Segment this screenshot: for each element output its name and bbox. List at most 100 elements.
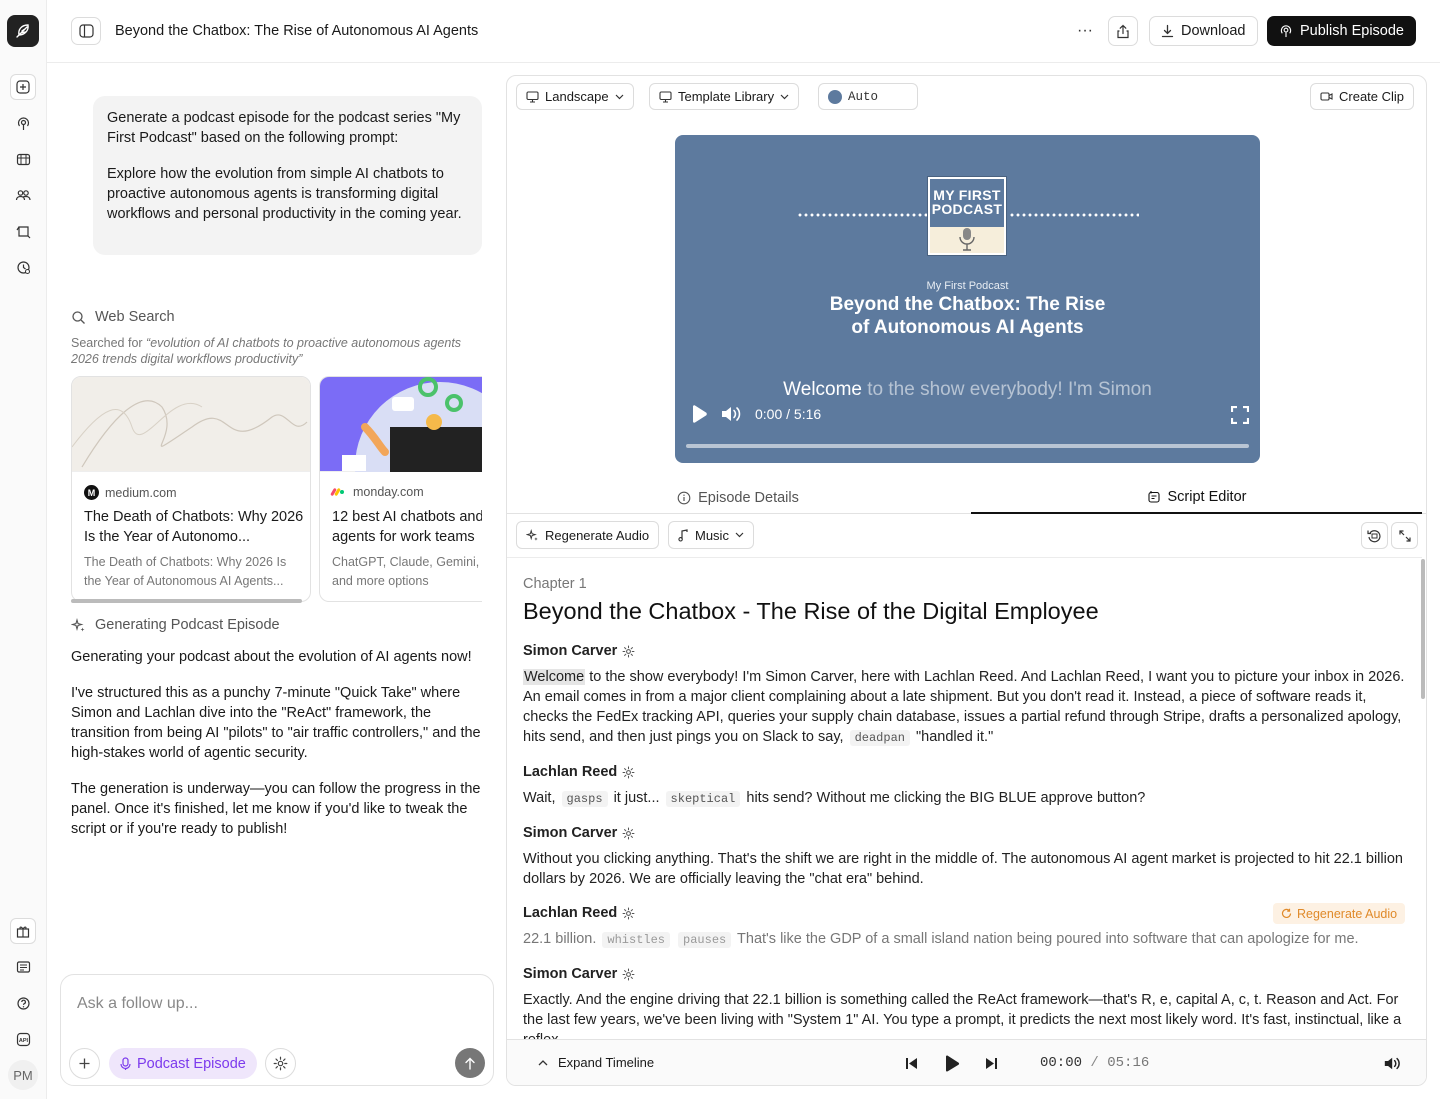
color-swatch [828, 89, 842, 104]
video-title-line-2: of Autonomous AI Agents [851, 317, 1084, 338]
send-button[interactable] [455, 1048, 485, 1078]
landscape-dropdown[interactable]: Landscape [516, 83, 634, 110]
theme-color-selector[interactable]: Auto [818, 83, 918, 110]
script-line[interactable]: Welcome to the show everybody! I'm Simon… [523, 667, 1411, 748]
speaker-name: Simon Carver [523, 643, 635, 659]
emotion-tag[interactable]: pauses [678, 932, 732, 948]
speaker-name: Simon Carver [523, 825, 635, 841]
podcast-episode-mode-pill[interactable]: Podcast Episode [109, 1048, 257, 1079]
volume-icon[interactable] [721, 405, 743, 423]
gear-icon[interactable] [622, 968, 635, 981]
gear-icon[interactable] [622, 645, 635, 658]
expand-timeline-button[interactable]: Expand Timeline [538, 1055, 654, 1070]
regenerate-audio-button[interactable]: Regenerate Audio [516, 521, 660, 549]
user-avatar[interactable]: PM [8, 1060, 38, 1090]
generating-label: Generating Podcast Episode [95, 617, 280, 633]
emotion-tag[interactable]: deadpan [849, 730, 910, 746]
tab-script-editor[interactable]: Script Editor [971, 481, 1422, 514]
assistant-message-3: The generation is underway—you can follo… [71, 781, 481, 837]
share-icon [1117, 24, 1129, 38]
tab-script-label: Script Editor [1167, 488, 1247, 505]
script-line[interactable]: Wait, gasps it just... skeptical hits se… [523, 788, 1411, 809]
volume-icon[interactable] [1384, 1056, 1402, 1071]
gear-icon[interactable] [622, 766, 635, 779]
chevron-up-icon [538, 1060, 548, 1066]
card-description: The Death of Chatbots: Why 2026 Is the Y… [84, 555, 287, 588]
help-icon [16, 996, 30, 1010]
share-button[interactable] [1108, 16, 1138, 46]
new-item-button[interactable] [10, 74, 36, 100]
script-line[interactable]: Exactly. And the engine driving that 22.… [523, 990, 1411, 1039]
gear-icon[interactable] [622, 827, 635, 840]
video-progress-bar[interactable] [686, 444, 1249, 448]
expand-timeline-label: Expand Timeline [558, 1055, 655, 1070]
card-domain: medium.com [105, 485, 177, 500]
publish-label: Publish Episode [1300, 23, 1404, 39]
skip-back-icon[interactable] [905, 1057, 918, 1070]
more-options-button[interactable]: ··· [1071, 17, 1099, 45]
play-icon[interactable] [689, 404, 709, 424]
create-clip-button[interactable]: Create Clip [1310, 83, 1415, 110]
emotion-tag[interactable]: skeptical [665, 791, 741, 807]
api-nav-button[interactable]: API [10, 1026, 36, 1052]
follow-up-input[interactable]: Ask a follow up... [77, 995, 198, 1013]
users-nav-button[interactable] [10, 182, 36, 208]
tab-episode-details[interactable]: Episode Details [507, 481, 969, 514]
gift-button[interactable] [10, 918, 36, 944]
line-text: hits send? Without me clicking the BIG B… [742, 790, 1146, 806]
attach-button[interactable] [69, 1048, 100, 1079]
search-result-card[interactable]: M medium.com The Death of Chatbots: Why … [71, 376, 311, 602]
fullscreen-icon[interactable] [1231, 406, 1249, 424]
composer-settings-button[interactable] [265, 1048, 296, 1079]
microphone-icon [120, 1056, 131, 1070]
plus-icon [79, 1058, 90, 1069]
expand-editor-button[interactable] [1391, 522, 1418, 549]
docs-nav-button[interactable] [10, 954, 36, 980]
history-button[interactable] [1361, 522, 1388, 549]
monday-logo-icon [330, 486, 347, 498]
cards-scrollbar[interactable] [71, 599, 302, 603]
mode-pill-label: Podcast Episode [137, 1055, 246, 1072]
play-icon[interactable] [944, 1055, 960, 1072]
tab-details-label: Episode Details [698, 489, 799, 506]
clip-icon [16, 225, 30, 238]
app-logo[interactable] [7, 15, 39, 47]
music-dropdown[interactable]: Music [668, 521, 754, 549]
history-nav-button[interactable] [10, 254, 36, 280]
gear-icon[interactable] [622, 907, 635, 920]
script-line[interactable]: Without you clicking anything. That's th… [523, 849, 1411, 889]
video-nav-button[interactable] [10, 146, 36, 172]
video-preview[interactable]: MY FIRST PODCAST My First Podcast Beyond … [675, 135, 1260, 463]
help-nav-button[interactable] [10, 990, 36, 1016]
emotion-tag[interactable]: gasps [561, 791, 608, 807]
waveform-right [1009, 213, 1139, 217]
script-editor[interactable]: Chapter 1 Beyond the Chatbox - The Rise … [507, 557, 1422, 1039]
line-regenerate-audio-button[interactable]: Regenerate Audio [1273, 903, 1406, 924]
search-result-card[interactable]: monday.com 12 best AI chatbots and agent… [319, 376, 482, 602]
video-controls: 0:00 / 5:16 [689, 404, 821, 424]
svg-text:API: API [18, 1037, 28, 1043]
speaker-label: Lachlan Reed [523, 905, 618, 921]
video-title-line-1: Beyond the Chatbox: The Rise [829, 294, 1106, 315]
skip-forward-icon[interactable] [985, 1057, 998, 1070]
landscape-label: Landscape [545, 89, 609, 104]
script-line[interactable]: 22.1 billion. whistles pauses That's lik… [523, 929, 1411, 950]
template-label: Template Library [678, 89, 775, 104]
clips-nav-button[interactable] [10, 218, 36, 244]
template-library-dropdown[interactable]: Template Library [649, 83, 800, 110]
publish-episode-button[interactable]: Publish Episode [1267, 16, 1416, 46]
download-label: Download [1181, 23, 1246, 39]
speaker-label: Simon Carver [523, 643, 618, 659]
script-scrollbar[interactable] [1421, 559, 1425, 699]
chapter-title[interactable]: Beyond the Chatbox - The Rise of the Dig… [523, 598, 1099, 625]
script-icon [1147, 490, 1160, 503]
podcast-nav-button[interactable] [10, 110, 36, 136]
line-text: Wait, [523, 790, 560, 806]
expand-icon [1398, 529, 1411, 542]
download-button[interactable]: Download [1149, 16, 1258, 46]
prompt-paragraph-1: Generate a podcast episode for the podca… [107, 110, 461, 146]
sidebar-toggle-button[interactable] [71, 17, 101, 45]
card-source: monday.com [330, 485, 424, 499]
emotion-tag[interactable]: whistles [602, 932, 670, 948]
line-text: it just... [609, 790, 664, 806]
